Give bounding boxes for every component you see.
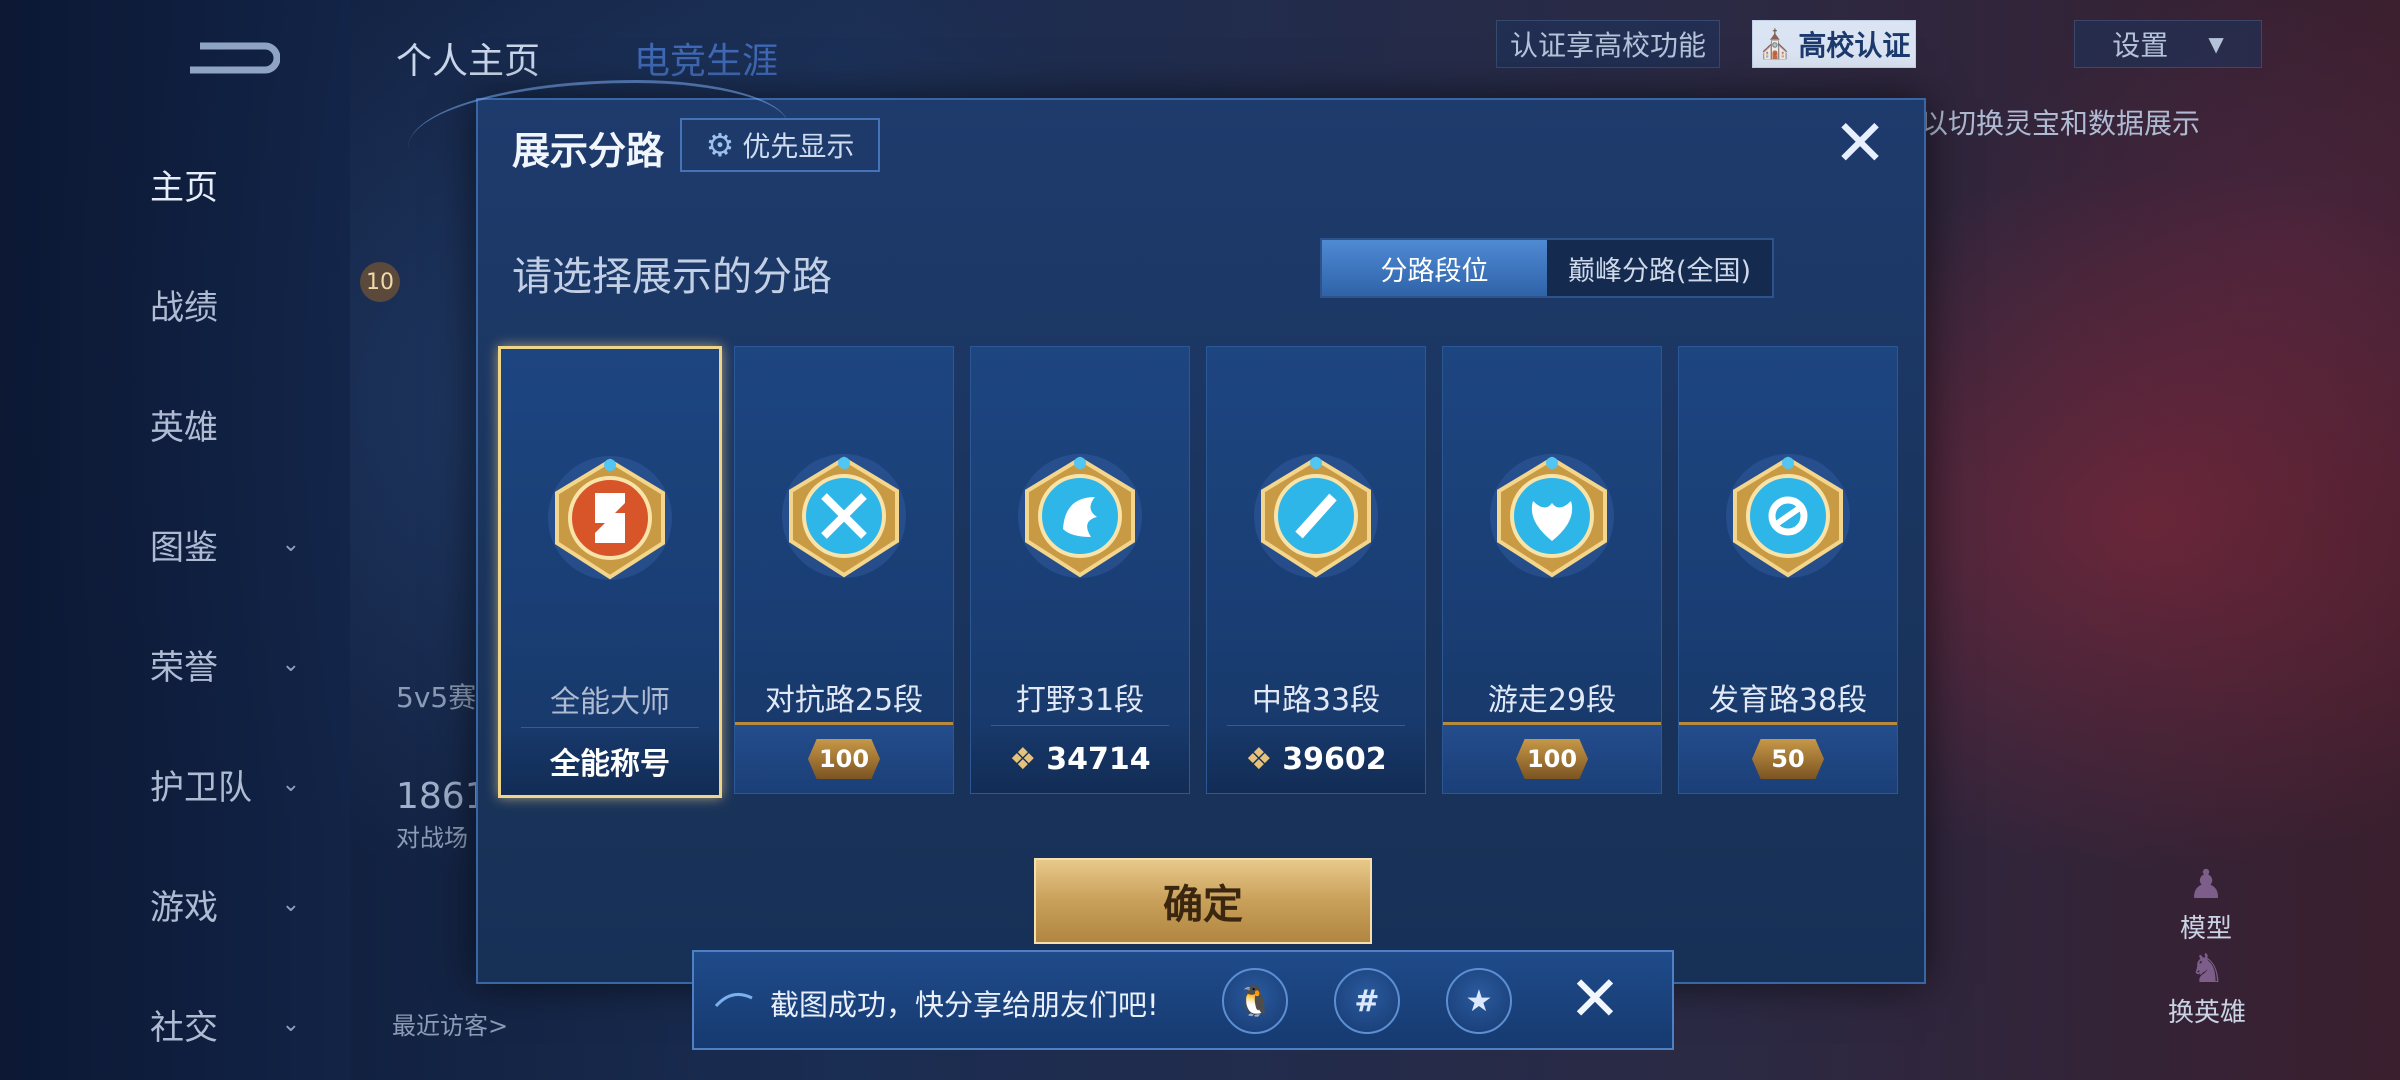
dialog-title: 展示分路 <box>512 129 665 173</box>
chevron-down-icon: ⌄ <box>281 652 300 677</box>
lane-card-4[interactable]: 游走29段 100 <box>1442 346 1662 794</box>
sidebar-item-0[interactable]: 主页 <box>150 160 300 209</box>
tab-peak-lane[interactable]: 巅峰分路(全国) <box>1547 240 1772 296</box>
hint-text: 以切换灵宝和数据展示 <box>1920 107 2201 140</box>
sidebar-item-7[interactable]: 社交 ⌄ <box>150 1000 300 1049</box>
sidebar-item-3[interactable]: 图鉴 ⌄ <box>150 520 300 569</box>
farm-lane-emblem-icon <box>1726 454 1850 578</box>
lane-card-3[interactable]: 中路33段 ❖ 39602 <box>1206 346 1426 794</box>
campus-certify-button[interactable]: ⛪ 高校认证 <box>1752 20 1916 68</box>
chevron-down-icon: ⌄ <box>281 1012 300 1037</box>
sidebar-item-4[interactable]: 荣誉 ⌄ <box>150 640 300 689</box>
sidebar-item-label: 护卫队 <box>150 768 252 808</box>
sidebar-item-label: 图鉴 <box>150 528 218 568</box>
sidebar-item-2[interactable]: 英雄 <box>150 400 300 449</box>
tab-lane-rank[interactable]: 分路段位 <box>1322 240 1547 296</box>
card-label: 游走29段 <box>1487 683 1617 718</box>
sidebar-item-label: 主页 <box>150 168 218 208</box>
model-button[interactable]: ♟ 模型 <box>2180 862 2232 945</box>
sidebar-item-5[interactable]: 护卫队 ⌄ <box>150 760 300 809</box>
swap-hero-icon: ♞ <box>2189 946 2225 992</box>
card-label: 中路33段 <box>1251 683 1381 718</box>
card-label: 打野31段 <box>1015 683 1145 718</box>
lane-card-5[interactable]: 发育路38段 50 <box>1678 346 1898 794</box>
chevron-down-icon: ⌄ <box>281 892 300 917</box>
swap-hero-button[interactable]: ♞ 换英雄 <box>2168 946 2246 1029</box>
level-badge: 10 <box>360 262 400 302</box>
card-footer: 100 <box>1443 722 1661 793</box>
peak-score-value: 34714 <box>1046 741 1151 777</box>
sidebar-item-6[interactable]: 游戏 ⌄ <box>150 880 300 929</box>
confirm-button[interactable]: 确定 <box>1034 858 1372 944</box>
lane-card-2[interactable]: 打野31段 ❖ 34714 <box>970 346 1190 794</box>
level-badge: 100 <box>808 739 880 779</box>
toast-close-icon[interactable]: ✕ <box>1562 966 1628 1032</box>
sidebar-item-label: 荣誉 <box>150 648 218 688</box>
priority-display-label: 优先显示 <box>742 130 855 163</box>
topic-share-icon[interactable]: # <box>1334 968 1400 1034</box>
priority-display-button[interactable]: ⚙ 优先显示 <box>680 118 880 172</box>
sidebar-item-label: 游戏 <box>150 888 218 928</box>
share-toast: 截图成功，快分享给朋友们吧! 🐧 # ★ ✕ <box>692 950 1674 1050</box>
campus-button-label: 高校认证 <box>1798 29 1911 62</box>
card-label: 发育路38段 <box>1708 683 1868 718</box>
left-navigation: 主页战绩英雄图鉴 ⌄ 荣誉 ⌄ 护卫队 ⌄ 游戏 ⌄ 社交 ⌄ <box>0 0 350 1080</box>
lane-card-0[interactable]: 全能大师 全能称号 <box>498 346 722 798</box>
chevron-down-icon: ⌄ <box>281 532 300 557</box>
match-count-label: 对战场 <box>396 824 468 852</box>
settings-button[interactable]: 设置 ▼ <box>2074 20 2262 68</box>
certify-text[interactable]: 认证享高校功能 <box>1496 20 1720 68</box>
mid-lane-emblem-icon <box>1254 454 1378 578</box>
sidebar-item-label: 英雄 <box>150 408 218 448</box>
clash-lane-emblem-icon <box>782 454 906 578</box>
card-footer: ❖ 39602 <box>1207 725 1425 793</box>
jungle-emblem-icon <box>1018 454 1142 578</box>
roam-emblem-icon <box>1490 454 1614 578</box>
qzone-share-icon[interactable]: ★ <box>1446 968 1512 1034</box>
lane-card-1[interactable]: 对抗路25段 100 <box>734 346 954 794</box>
card-footer-text: 全能称号 <box>550 747 670 782</box>
gear-icon: ⚙ <box>705 126 735 164</box>
card-footer: 50 <box>1679 722 1897 793</box>
rank-type-toggle: 分路段位 巅峰分路(全国) <box>1320 238 1774 298</box>
toast-message: 截图成功，快分享给朋友们吧! <box>770 988 1159 1022</box>
sidebar-item-1[interactable]: 战绩 <box>150 280 300 329</box>
peak-score-icon: ❖ <box>1245 741 1273 777</box>
recent-visitors-link[interactable]: 最近访客> <box>392 1006 508 1041</box>
card-footer: 100 <box>735 722 953 793</box>
sidebar-item-label: 战绩 <box>150 288 218 328</box>
lane-card-list: 全能大师 全能称号 对抗路25段 100 打野31段 ❖ 34714 中路33段 … <box>498 346 1908 798</box>
qq-share-icon[interactable]: 🐧 <box>1222 968 1288 1034</box>
match-count: 1861 <box>396 776 488 817</box>
dialog-subtitle: 请选择展示的分路 <box>512 254 832 300</box>
model-icon: ♟ <box>2188 862 2224 908</box>
lane-display-dialog: 展示分路 ⚙ 优先显示 ✕ 请选择展示的分路 分路段位 巅峰分路(全国) 全能大… <box>408 80 1926 984</box>
card-footer: 全能称号 <box>501 727 719 795</box>
campus-icon: ⛪ <box>1757 27 1793 61</box>
card-label: 对抗路25段 <box>764 683 924 718</box>
peak-score-icon: ❖ <box>1009 741 1037 777</box>
tab-esports[interactable]: 电竞生涯 <box>634 32 778 84</box>
chevron-down-icon: ⌄ <box>281 772 300 797</box>
sidebar-item-label: 社交 <box>150 1008 218 1048</box>
back-arrow-icon[interactable] <box>180 30 280 80</box>
peak-score-value: 39602 <box>1282 741 1387 777</box>
card-footer: ❖ 34714 <box>971 725 1189 793</box>
swap-hero-label: 换英雄 <box>2168 998 2247 1028</box>
model-label: 模型 <box>2180 914 2233 944</box>
close-icon[interactable]: ✕ <box>1830 112 1890 176</box>
all-round-emblem-icon <box>548 456 672 580</box>
mode-label: 5v5赛 <box>396 681 477 714</box>
card-label: 全能大师 <box>550 685 670 720</box>
level-badge: 100 <box>1516 739 1588 779</box>
level-badge: 50 <box>1752 739 1824 779</box>
swirl-icon <box>714 992 753 1008</box>
chevron-down-icon: ▼ <box>2208 32 2224 56</box>
settings-label: 设置 <box>2112 29 2169 62</box>
tab-profile[interactable]: 个人主页 <box>396 32 540 84</box>
